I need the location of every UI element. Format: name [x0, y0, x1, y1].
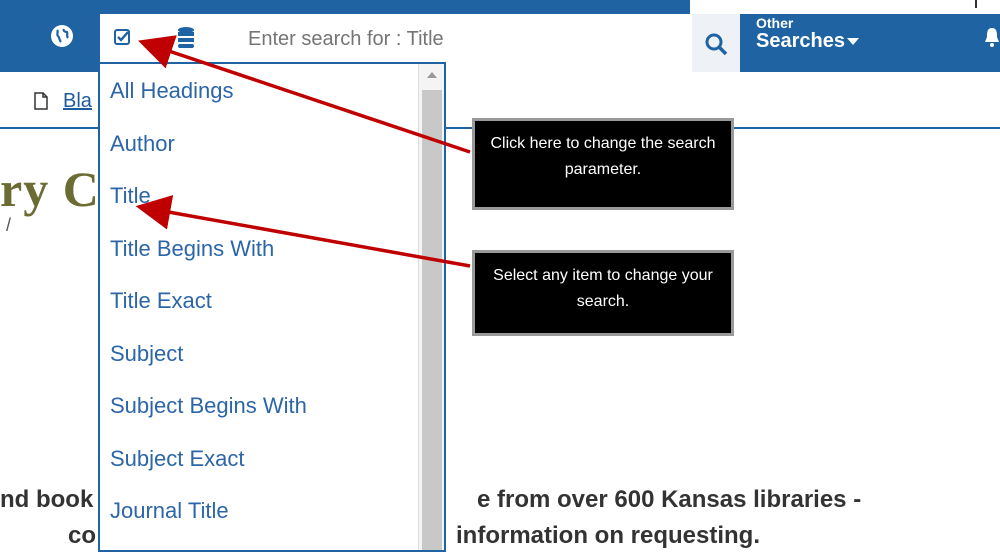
subbar-link[interactable]: Bla	[63, 90, 92, 113]
scroll-up-icon[interactable]	[427, 72, 437, 78]
body-text-line2-left: co	[68, 522, 97, 549]
dropdown-list: All Headings Author Title Title Begins W…	[100, 74, 418, 547]
dropdown-item-subject-exact[interactable]: Subject Exact	[100, 442, 418, 495]
chevron-down-icon	[846, 38, 859, 46]
dropdown-item-journal-title[interactable]: Journal Title	[100, 494, 418, 547]
body-text-line2-right: information on requesting.	[456, 522, 760, 549]
search-button[interactable]	[692, 14, 740, 72]
other-searches-line2: Searches	[756, 30, 845, 52]
bell-icon[interactable]	[984, 26, 1000, 48]
other-searches-line1: Other	[756, 15, 794, 31]
dropdown-item-all-headings[interactable]: All Headings	[100, 74, 418, 127]
dropdown-item-title-begins-with[interactable]: Title Begins With	[100, 232, 418, 285]
title-subtext: /	[6, 215, 12, 235]
dropdown-item-title[interactable]: Title	[100, 179, 418, 232]
database-icon[interactable]	[176, 26, 196, 50]
dropdown-item-subject-begins-with[interactable]: Subject Begins With	[100, 389, 418, 442]
scroll-thumb[interactable]	[422, 90, 442, 550]
search-icon	[705, 33, 728, 56]
other-searches-menu[interactable]: Other Searches	[756, 14, 876, 64]
checkbox-icon[interactable]	[113, 27, 133, 47]
body-text-line1-left: nd book	[0, 486, 94, 513]
document-icon	[34, 92, 48, 110]
search-input[interactable]	[248, 27, 678, 51]
dropdown-item-title-exact[interactable]: Title Exact	[100, 284, 418, 337]
callout-change-parameter: Click here to change the search paramete…	[472, 118, 734, 210]
tick-mark	[975, 0, 977, 8]
globe-icon[interactable]	[50, 24, 74, 48]
page-title: ry C	[0, 161, 100, 217]
callout-select-item: Select any item to change your search.	[472, 250, 734, 336]
dropdown-item-subject[interactable]: Subject	[100, 337, 418, 390]
body-text-line1-right: e from over 600 Kansas libraries -	[477, 486, 862, 513]
top-bar-gap	[690, 0, 1000, 14]
search-type-dropdown[interactable]: All Headings Author Title Title Begins W…	[98, 62, 446, 552]
dropdown-scrollbar[interactable]	[418, 64, 444, 550]
dropdown-item-author[interactable]: Author	[100, 127, 418, 180]
